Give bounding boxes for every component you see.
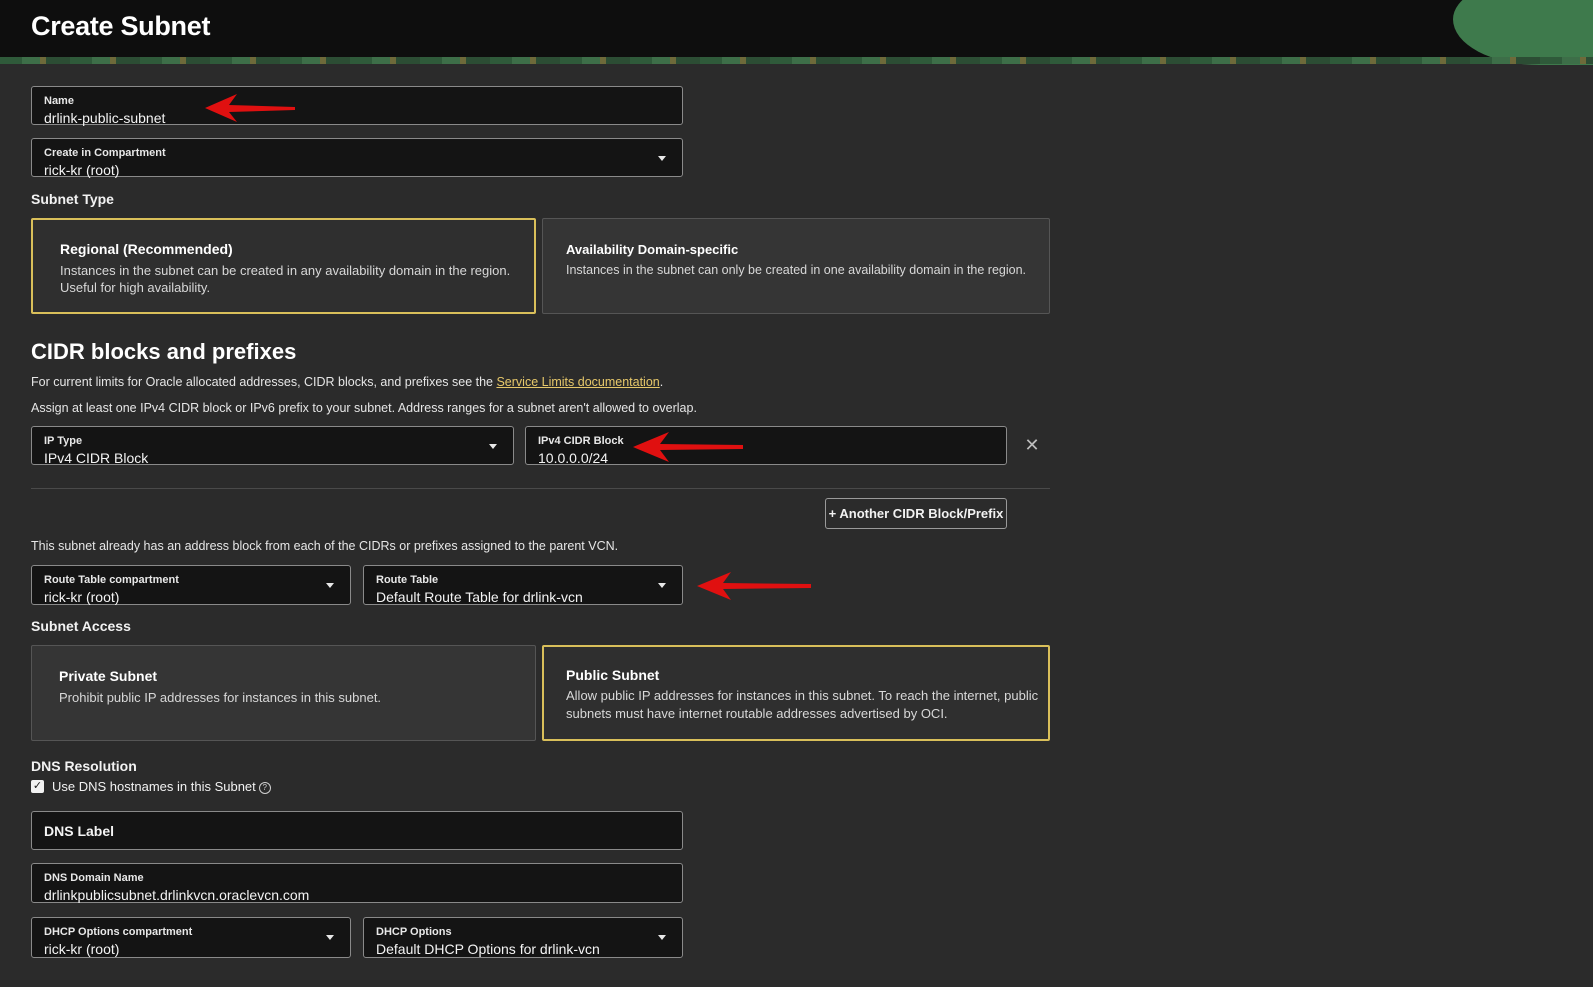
subnet-type-regional-card[interactable]: Regional (Recommended) Instances in the … (31, 218, 536, 314)
ip-type-value: IPv4 CIDR Block (44, 450, 149, 466)
add-cidr-block-button[interactable]: + Another CIDR Block/Prefix (825, 498, 1007, 529)
chevron-down-icon (658, 156, 666, 161)
dhcp-options-value: Default DHCP Options for drlink-vcn (376, 941, 600, 957)
dhcp-options-label: DHCP Options (376, 926, 452, 938)
limits-text: For current limits for Oracle allocated … (31, 375, 497, 389)
dns-domain-label: DNS Domain Name (44, 872, 144, 884)
chevron-down-icon (326, 935, 334, 940)
page-title: Create Subnet (31, 11, 211, 41)
help-icon[interactable]: ? (258, 782, 271, 794)
chevron-down-icon (658, 935, 666, 940)
ipv4-cidr-input[interactable]: IPv4 CIDR Block 10.0.0.0/24 (525, 426, 1007, 466)
public-subnet-card[interactable]: Public Subnet Allow public IP addresses … (542, 645, 1050, 741)
compartment-label: Create in Compartment (44, 147, 166, 159)
name-value: drlink-public-subnet (44, 110, 166, 126)
card-title: Private Subnet (59, 668, 158, 684)
dns-checkbox-text: Use DNS hostnames in this Subnet (52, 779, 256, 794)
name-label: Name (44, 95, 74, 107)
ip-type-select[interactable]: IP Type IPv4 CIDR Block (31, 426, 514, 466)
private-subnet-card[interactable]: Private Subnet Prohibit public IP addres… (31, 645, 536, 741)
card-description: Prohibit public IP addresses for instanc… (59, 690, 382, 705)
dhcp-compartment-value: rick-kr (root) (44, 941, 120, 957)
cidr-heading: CIDR blocks and prefixes (31, 339, 297, 364)
header-decoration (1453, 0, 1593, 65)
card-title: Public Subnet (566, 667, 660, 683)
annotation-arrow-route-table (697, 572, 811, 600)
card-description-line2: Useful for high availability. (60, 280, 211, 295)
assign-cidr-text: Assign at least one IPv4 CIDR block or I… (31, 401, 697, 415)
divider (31, 488, 1050, 489)
annotation-arrow-name (205, 94, 295, 122)
ipv4-cidr-label: IPv4 CIDR Block (538, 435, 624, 447)
card-description: Instances in the subnet can be created i… (60, 263, 511, 278)
chevron-down-icon (326, 583, 334, 588)
dns-hostnames-label: Use DNS hostnames in this Subnet? (52, 779, 271, 794)
compartment-select[interactable]: Create in Compartment rick-kr (root) (31, 138, 683, 178)
close-icon[interactable]: ✕ (1024, 436, 1040, 454)
dns-domain-value: drlinkpublicsubnet.drlinkvcn.oraclevcn.c… (44, 887, 310, 903)
card-description: Instances in the subnet can only be crea… (566, 263, 1027, 277)
chevron-down-icon (489, 444, 497, 449)
route-table-label: Route Table (376, 574, 439, 586)
ipv4-cidr-value: 10.0.0.0/24 (538, 450, 609, 466)
service-limits-text: For current limits for Oracle allocated … (31, 375, 663, 389)
cidr-note: This subnet already has an address block… (31, 539, 619, 553)
card-title: Regional (Recommended) (60, 241, 233, 257)
dns-label-placeholder: DNS Label (44, 823, 115, 839)
dns-hostnames-checkbox[interactable]: ✓ (31, 780, 44, 793)
name-input[interactable]: Name drlink-public-subnet (31, 86, 683, 126)
card-description: Allow public IP addresses for instances … (566, 688, 1039, 703)
dhcp-compartment-label: DHCP Options compartment (44, 926, 193, 938)
card-title: Availability Domain-specific (566, 242, 739, 257)
limits-text-end: . (659, 375, 664, 389)
dhcp-options-select[interactable]: DHCP Options Default DHCP Options for dr… (363, 917, 683, 958)
page-header: Create Subnet (0, 0, 1593, 65)
dns-domain-name-field: DNS Domain Name drlinkpublicsubnet.drlin… (31, 863, 683, 903)
route-compartment-value: rick-kr (root) (44, 589, 120, 605)
dhcp-compartment-select[interactable]: DHCP Options compartment rick-kr (root) (31, 917, 351, 958)
dns-label-input[interactable]: DNS Label (31, 811, 683, 850)
route-table-value: Default Route Table for drlink-vcn (376, 589, 583, 605)
subnet-access-label: Subnet Access (31, 618, 131, 634)
subnet-type-label: Subnet Type (31, 191, 114, 207)
dns-resolution-label: DNS Resolution (31, 758, 137, 774)
compartment-value: rick-kr (root) (44, 162, 120, 178)
route-table-select[interactable]: Route Table Default Route Table for drli… (363, 565, 683, 605)
header-banner-stripe (0, 57, 1593, 64)
subnet-type-ad-specific-card[interactable]: Availability Domain-specific Instances i… (542, 218, 1050, 314)
service-limits-link[interactable]: Service Limits documentation (496, 375, 659, 389)
route-compartment-label: Route Table compartment (44, 574, 179, 586)
annotation-arrow-cidr (633, 432, 743, 462)
card-description-line2: subnets must have internet routable addr… (566, 706, 948, 721)
chevron-down-icon (658, 583, 666, 588)
route-table-compartment-select[interactable]: Route Table compartment rick-kr (root) (31, 565, 351, 605)
ip-type-label: IP Type (44, 435, 83, 447)
